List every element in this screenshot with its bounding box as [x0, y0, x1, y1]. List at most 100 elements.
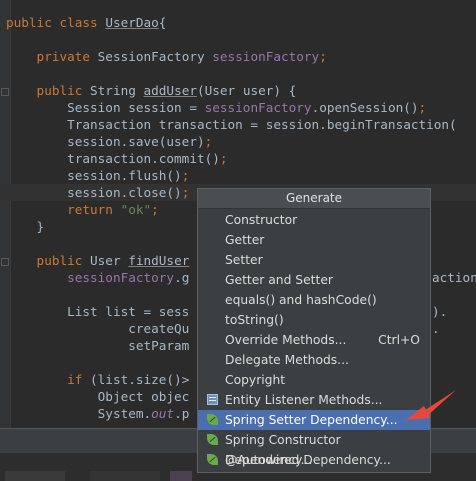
code-token: private — [6, 49, 98, 64]
menu-item-label: Delegate Methods... — [225, 353, 349, 367]
menu-item-setter[interactable]: Setter — [198, 250, 430, 270]
code-line[interactable]: transaction.commit(); — [6, 150, 228, 167]
code-token: public — [6, 83, 91, 98]
status-strip-segment — [90, 471, 160, 481]
code-line[interactable]: } — [6, 218, 45, 235]
code-token: return — [6, 202, 121, 217]
code-line[interactable]: public class UserDao{ — [6, 14, 166, 31]
code-token: if — [6, 372, 91, 387]
code-token: ; — [418, 100, 427, 115]
menu-item-getter[interactable]: Getter — [198, 230, 430, 250]
code-token: session.flush() — [6, 168, 182, 183]
code-token: System. — [6, 406, 152, 421]
code-line[interactable]: public User findUser — [6, 252, 190, 269]
menu-item-label: Entity Listener Methods... — [225, 393, 383, 407]
code-token: setParam — [6, 338, 190, 353]
code-token: createQu — [6, 321, 190, 336]
code-line[interactable]: createQu — [6, 320, 189, 337]
code-token: ; — [181, 185, 190, 200]
annotation-arrow-icon — [406, 390, 456, 420]
code-token: findUser — [128, 253, 190, 268]
code-token: addUser — [143, 83, 197, 98]
menu-item-autowired-dependency[interactable]: @Autowired Dependency... — [198, 450, 430, 470]
code-line[interactable]: session.save(user); — [6, 133, 212, 150]
code-token: String — [90, 83, 144, 98]
generate-menu: Constructor Getter Setter Getter and Setter… — [198, 209, 430, 470]
code-token: (list.size()> — [90, 372, 190, 387]
menu-item-label: toString() — [225, 313, 284, 327]
menu-item-copyright[interactable]: Copyright — [198, 370, 430, 390]
menu-item-override-methods[interactable]: Override Methods... Ctrl+O — [198, 330, 430, 350]
code-fragment: ). — [432, 304, 448, 319]
menu-item-label: equals() and hashCode() — [225, 293, 377, 307]
code-line[interactable]: if (list.size()> — [6, 371, 189, 388]
menu-item-label: Setter — [225, 253, 263, 267]
menu-item-getter-and-setter[interactable]: Getter and Setter — [198, 270, 430, 290]
code-token: out — [151, 406, 175, 421]
code-token: .g — [174, 270, 190, 285]
menu-item-spring-constructor-dependency[interactable]: Spring Constructor Dependency... — [198, 430, 430, 467]
spring-leaf-icon — [207, 454, 220, 466]
code-token: "ok" — [120, 202, 152, 217]
menu-item-label: Getter and Setter — [225, 273, 333, 287]
code-token: Transaction transaction = session.beginT… — [6, 117, 457, 132]
code-line[interactable]: System.out.p — [6, 405, 190, 422]
spring-leaf-icon — [207, 414, 220, 426]
menu-item-label: Spring Setter Dependency... — [225, 413, 398, 427]
code-token: (User user) { — [197, 83, 297, 98]
spring-leaf-icon — [207, 434, 220, 446]
menu-item-label: Getter — [225, 233, 265, 247]
code-line[interactable]: sessionFactory.g — [6, 269, 189, 286]
code-line[interactable]: Transaction transaction = session.beginT… — [6, 116, 457, 133]
code-line[interactable]: List list = sess — [6, 303, 189, 320]
generate-popup: Generate Constructor Getter Setter Getter a… — [197, 188, 431, 473]
code-token: .openSession() — [311, 100, 419, 115]
code-token: .p — [174, 406, 190, 421]
code-token: { — [158, 15, 167, 30]
code-token: sessionFactory — [6, 270, 175, 285]
status-strip-segment — [170, 471, 192, 481]
menu-item-delegate-methods[interactable]: Delegate Methods... — [198, 350, 430, 370]
code-token: } — [6, 219, 45, 234]
menu-item-shortcut: Ctrl+O — [378, 333, 420, 347]
menu-item-label: Copyright — [225, 373, 286, 387]
code-token: List list = sess — [6, 304, 190, 319]
code-line[interactable]: private SessionFactory sessionFactory; — [6, 48, 327, 65]
menu-item-entity-listener-methods[interactable]: Entity Listener Methods... — [198, 390, 430, 410]
code-token: ; — [151, 202, 159, 217]
code-token: public class — [6, 15, 106, 30]
menu-item-spring-setter-dependency[interactable]: Spring Setter Dependency... — [198, 410, 430, 430]
status-strip-segment — [5, 471, 65, 481]
menu-item-constructor[interactable]: Constructor — [198, 210, 430, 230]
code-token: session.close() — [6, 185, 182, 200]
code-fragment: action — [432, 270, 476, 285]
code-line[interactable]: public String addUser(User user) { — [6, 82, 297, 99]
menu-item-tostring[interactable]: toString() — [198, 310, 430, 330]
code-line[interactable]: return "ok"; — [6, 201, 159, 218]
code-token: UserDao — [105, 15, 159, 30]
code-token: Session session = — [6, 100, 205, 115]
code-token: public — [6, 253, 91, 268]
code-token: sessionFactory — [212, 49, 320, 64]
code-token: Object objec — [6, 389, 190, 404]
code-line[interactable]: session.flush(); — [6, 167, 189, 184]
code-token: SessionFactory — [97, 49, 213, 64]
menu-item-equals-hashcode[interactable]: equals() and hashCode() — [198, 290, 430, 310]
code-line[interactable]: Object objec — [6, 388, 190, 405]
code-token: transaction.commit() — [6, 151, 220, 166]
code-line[interactable]: Session session = sessionFactory.openSes… — [6, 99, 426, 116]
code-token: ; — [319, 49, 327, 64]
code-token: ; — [181, 168, 190, 183]
code-token: session.save(user) — [6, 134, 205, 149]
entity-icon — [207, 394, 220, 406]
menu-item-label: Constructor — [225, 213, 298, 227]
code-fragment: . — [432, 321, 440, 336]
code-line[interactable]: setParam — [6, 337, 189, 354]
code-token: ; — [219, 151, 228, 166]
code-token: ; — [204, 134, 213, 149]
popup-title: Generate — [198, 189, 430, 209]
menu-item-label: Override Methods... — [225, 333, 347, 347]
code-token: User — [90, 253, 129, 268]
menu-item-label: @Autowired Dependency... — [225, 453, 391, 467]
code-token: sessionFactory — [204, 100, 312, 115]
